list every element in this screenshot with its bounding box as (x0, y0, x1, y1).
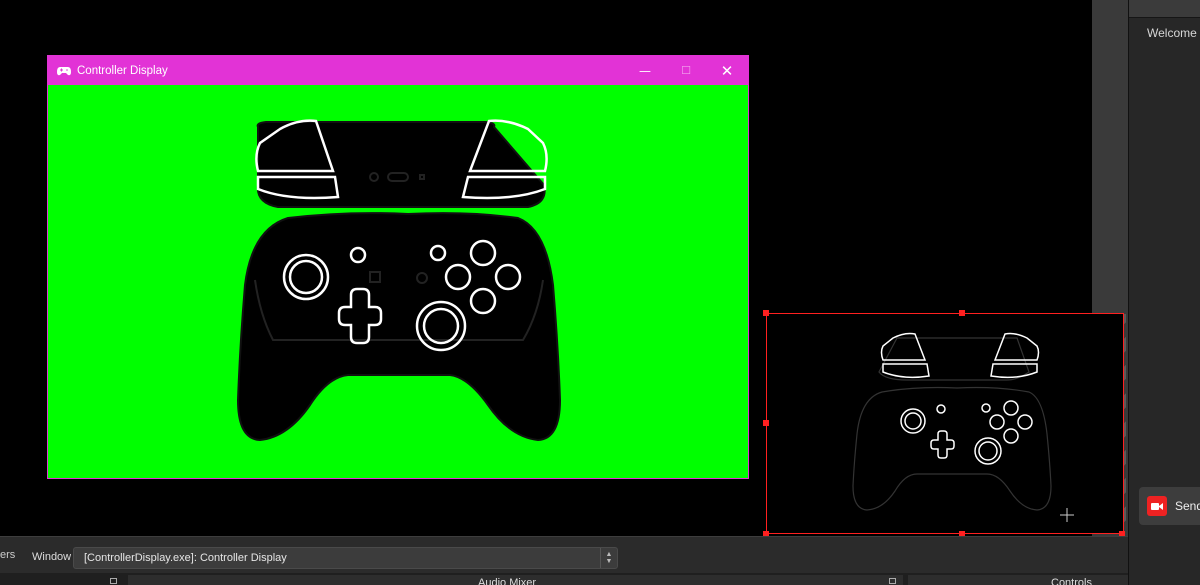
maximize-button[interactable]: ☐ (666, 56, 706, 85)
controller-graphic (236, 119, 562, 442)
send-button[interactable]: Send (1139, 487, 1200, 525)
send-button-label: Send (1175, 499, 1200, 513)
gamepad-icon (57, 66, 71, 75)
controls-panel (908, 575, 1128, 585)
controller-source-preview (852, 332, 1052, 511)
welcome-dock: Welcome Send (1128, 0, 1200, 585)
audio-mixer-title: Audio Mixer (478, 577, 537, 585)
undock-icon[interactable] (889, 578, 896, 584)
filters-tab[interactable]: ers (0, 549, 15, 561)
captured-window[interactable]: Controller Display — ☐ ✕ (47, 55, 749, 479)
close-button[interactable]: ✕ (707, 56, 747, 85)
select-arrows-icon: ▲ ▼ (600, 548, 617, 568)
dock-header (1129, 0, 1200, 18)
controls-title: Controls (1051, 577, 1092, 585)
window-select-value: [ControllerDisplay.exe]: Controller Disp… (84, 552, 287, 564)
camera-icon (1147, 496, 1167, 516)
captured-window-titlebar[interactable]: Controller Display — ☐ ✕ (48, 56, 748, 85)
resize-handle-top-mid[interactable] (959, 310, 965, 316)
window-field-label: Window (32, 551, 72, 563)
controller-body (236, 212, 562, 442)
resize-handle-mid-left[interactable] (763, 420, 769, 426)
crosshair-cursor-icon (1060, 508, 1074, 522)
window-select[interactable]: [ControllerDisplay.exe]: Controller Disp… (73, 547, 618, 569)
minimize-button[interactable]: — (625, 56, 665, 85)
welcome-label: Welcome (1147, 26, 1197, 40)
captured-window-content (48, 85, 748, 478)
resize-handle-top-left[interactable] (763, 310, 769, 316)
controller-top (256, 121, 546, 208)
captured-window-title: Controller Display (77, 64, 168, 77)
undock-icon[interactable] (110, 578, 117, 584)
selected-source[interactable] (766, 313, 1124, 534)
